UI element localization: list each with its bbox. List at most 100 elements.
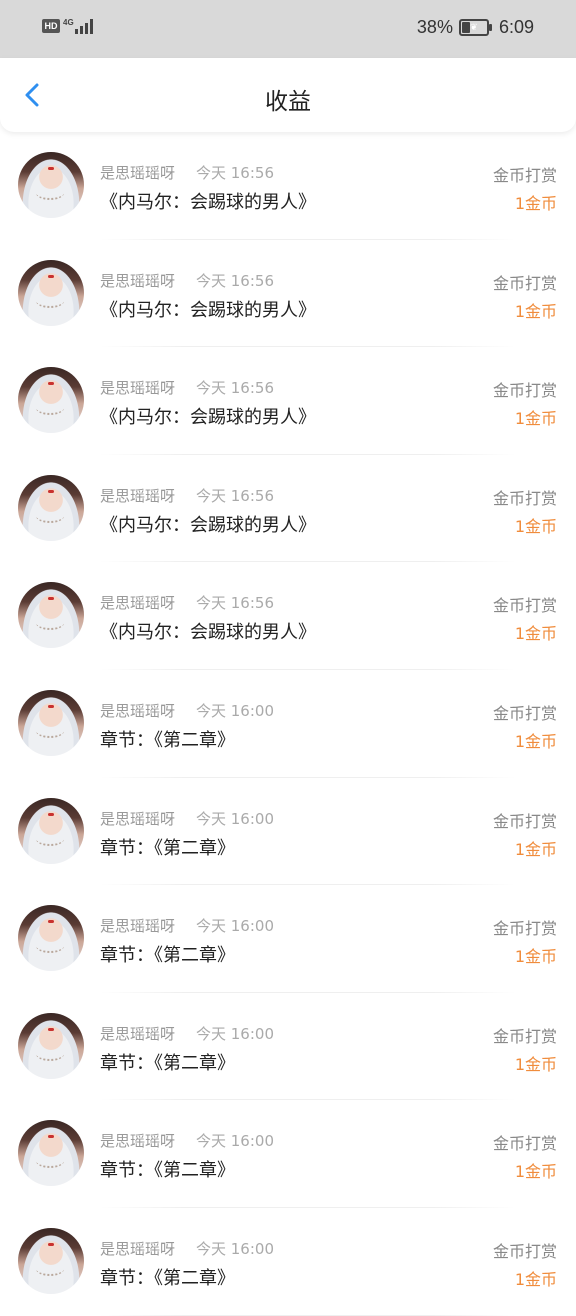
- avatar[interactable]: [18, 474, 84, 541]
- avatar[interactable]: [18, 259, 84, 326]
- avatar-detail: [36, 294, 64, 308]
- reward-type: 金币打赏: [492, 596, 557, 616]
- reward-type: 金币打赏: [492, 488, 557, 508]
- user-name: 是思瑶瑶呀: [100, 486, 176, 505]
- reward-type: 金币打赏: [492, 166, 557, 185]
- list-item[interactable]: 是思瑶瑶呀 今天 16:00 章节：《第二章》 金币打赏 1金币: [0, 993, 576, 1101]
- avatar-detail: [48, 274, 54, 278]
- work-title: 章节：《第二章》: [100, 945, 235, 967]
- work-title: 《内马尔：会踢球的男人》: [100, 514, 316, 536]
- nav-bar: 收益: [0, 58, 576, 132]
- user-name: 是思瑶瑶呀: [100, 379, 176, 398]
- status-right: 38% ❦ 6:09: [417, 17, 534, 38]
- work-title: 《内马尔：会踢球的男人》: [100, 622, 316, 644]
- reward-amount: 1金币: [514, 1054, 557, 1074]
- reward-type: 金币打赏: [492, 1241, 557, 1261]
- hd-badge: HD: [42, 19, 60, 33]
- divider: [100, 1314, 516, 1316]
- avatar[interactable]: [18, 905, 84, 972]
- battery-percent: 38%: [416, 17, 453, 37]
- timestamp: 今天 16:00: [196, 701, 274, 720]
- avatar-detail: [36, 724, 64, 738]
- work-title: 章节：《第二章》: [100, 1160, 235, 1182]
- avatar-detail: [36, 186, 64, 200]
- list-item[interactable]: 是思瑶瑶呀 今天 16:56 《内马尔：会踢球的男人》 金币打赏 1金币: [0, 347, 576, 455]
- signal-icon: [74, 18, 95, 34]
- avatar[interactable]: [18, 367, 84, 434]
- timestamp: 今天 16:00: [196, 1239, 274, 1258]
- status-left: HD 4G: [42, 18, 95, 34]
- avatar-detail: [48, 597, 54, 601]
- timestamp: 今天 16:56: [196, 379, 274, 398]
- list-item[interactable]: 是思瑶瑶呀 今天 16:56 《内马尔：会踢球的男人》 金币打赏 1金币: [0, 132, 576, 240]
- avatar-detail: [36, 616, 64, 631]
- leaf-icon: ❦: [470, 22, 478, 32]
- reward-amount: 1金币: [514, 1269, 557, 1289]
- avatar-detail: [36, 832, 64, 846]
- list-item[interactable]: 是思瑶瑶呀 今天 16:56 《内马尔：会踢球的男人》 金币打赏 1金币: [0, 240, 576, 348]
- reward-amount: 1金币: [514, 516, 557, 536]
- work-title: 章节：《第二章》: [100, 729, 235, 751]
- work-title: 《内马尔：会踢球的男人》: [100, 192, 316, 213]
- avatar[interactable]: [18, 1012, 84, 1079]
- avatar[interactable]: [18, 797, 84, 864]
- avatar[interactable]: [18, 1120, 84, 1187]
- work-title: 章节：《第二章》: [100, 1052, 235, 1074]
- user-name: 是思瑶瑶呀: [100, 164, 176, 182]
- page-title: 收益: [265, 89, 311, 115]
- reward-type: 金币打赏: [492, 273, 557, 293]
- reward-type: 金币打赏: [492, 919, 557, 939]
- work-title: 章节：《第二章》: [100, 837, 235, 859]
- reward-amount: 1金币: [514, 947, 557, 967]
- reward-type: 金币打赏: [492, 1134, 557, 1154]
- avatar-detail: [36, 1154, 64, 1169]
- avatar-detail: [36, 939, 64, 954]
- battery-icon: ❦: [458, 19, 492, 36]
- network-type: 4G: [63, 17, 74, 27]
- list-item[interactable]: 是思瑶瑶呀 今天 16:56 《内马尔：会踢球的男人》 金币打赏 1金币: [0, 562, 576, 670]
- reward-amount: 1金币: [514, 839, 557, 859]
- avatar-detail: [36, 1262, 64, 1276]
- reward-type: 金币打赏: [492, 703, 557, 723]
- avatar[interactable]: [18, 582, 84, 649]
- avatar-detail: [48, 1242, 54, 1246]
- user-name: 是思瑶瑶呀: [100, 594, 176, 613]
- user-name: 是思瑶瑶呀: [100, 1024, 176, 1043]
- avatar-detail: [36, 509, 64, 523]
- user-name: 是思瑶瑶呀: [100, 809, 176, 828]
- reward-type: 金币打赏: [492, 1026, 557, 1046]
- reward-amount: 1金币: [514, 409, 557, 429]
- timestamp: 今天 16:56: [196, 486, 274, 505]
- avatar-detail: [48, 489, 54, 493]
- reward-amount: 1金币: [514, 624, 557, 644]
- avatar-detail: [48, 167, 54, 170]
- avatar[interactable]: [18, 689, 84, 756]
- work-title: 章节：《第二章》: [100, 1267, 235, 1289]
- clock: 6:09: [498, 17, 534, 37]
- user-name: 是思瑶瑶呀: [100, 1239, 176, 1258]
- list-item[interactable]: 是思瑶瑶呀 今天 16:00 章节：《第二章》 金币打赏 1金币: [0, 885, 576, 993]
- list-item[interactable]: 是思瑶瑶呀 今天 16:00 章节：《第二章》 金币打赏 1金币: [0, 1208, 576, 1316]
- avatar-detail: [36, 1047, 64, 1061]
- avatar[interactable]: [18, 152, 84, 218]
- reward-amount: 1金币: [514, 301, 557, 321]
- list-item[interactable]: 是思瑶瑶呀 今天 16:00 章节：《第二章》 金币打赏 1金币: [0, 778, 576, 886]
- list-item[interactable]: 是思瑶瑶呀 今天 16:56 《内马尔：会踢球的男人》 金币打赏 1金币: [0, 455, 576, 563]
- list-item[interactable]: 是思瑶瑶呀 今天 16:00 章节：《第二章》 金币打赏 1金币: [0, 1100, 576, 1208]
- timestamp: 今天 16:56: [196, 164, 274, 182]
- avatar-detail: [48, 382, 54, 386]
- timestamp: 今天 16:00: [196, 1024, 274, 1043]
- work-title: 《内马尔：会踢球的男人》: [100, 299, 316, 321]
- reward-type: 金币打赏: [492, 381, 557, 401]
- user-name: 是思瑶瑶呀: [100, 271, 176, 290]
- timestamp: 今天 16:00: [196, 809, 274, 828]
- reward-amount: 1金币: [514, 1162, 557, 1182]
- avatar[interactable]: [18, 1227, 84, 1294]
- reward-amount: 1金币: [514, 731, 557, 751]
- user-name: 是思瑶瑶呀: [100, 917, 176, 936]
- list-item[interactable]: 是思瑶瑶呀 今天 16:00 章节：《第二章》 金币打赏 1金币: [0, 670, 576, 778]
- timestamp: 今天 16:00: [196, 1132, 274, 1151]
- avatar-detail: [48, 812, 54, 816]
- earnings-list: 是思瑶瑶呀 今天 16:56 《内马尔：会踢球的男人》 金币打赏 1金币 是思瑶…: [0, 132, 576, 1316]
- avatar-detail: [36, 401, 64, 416]
